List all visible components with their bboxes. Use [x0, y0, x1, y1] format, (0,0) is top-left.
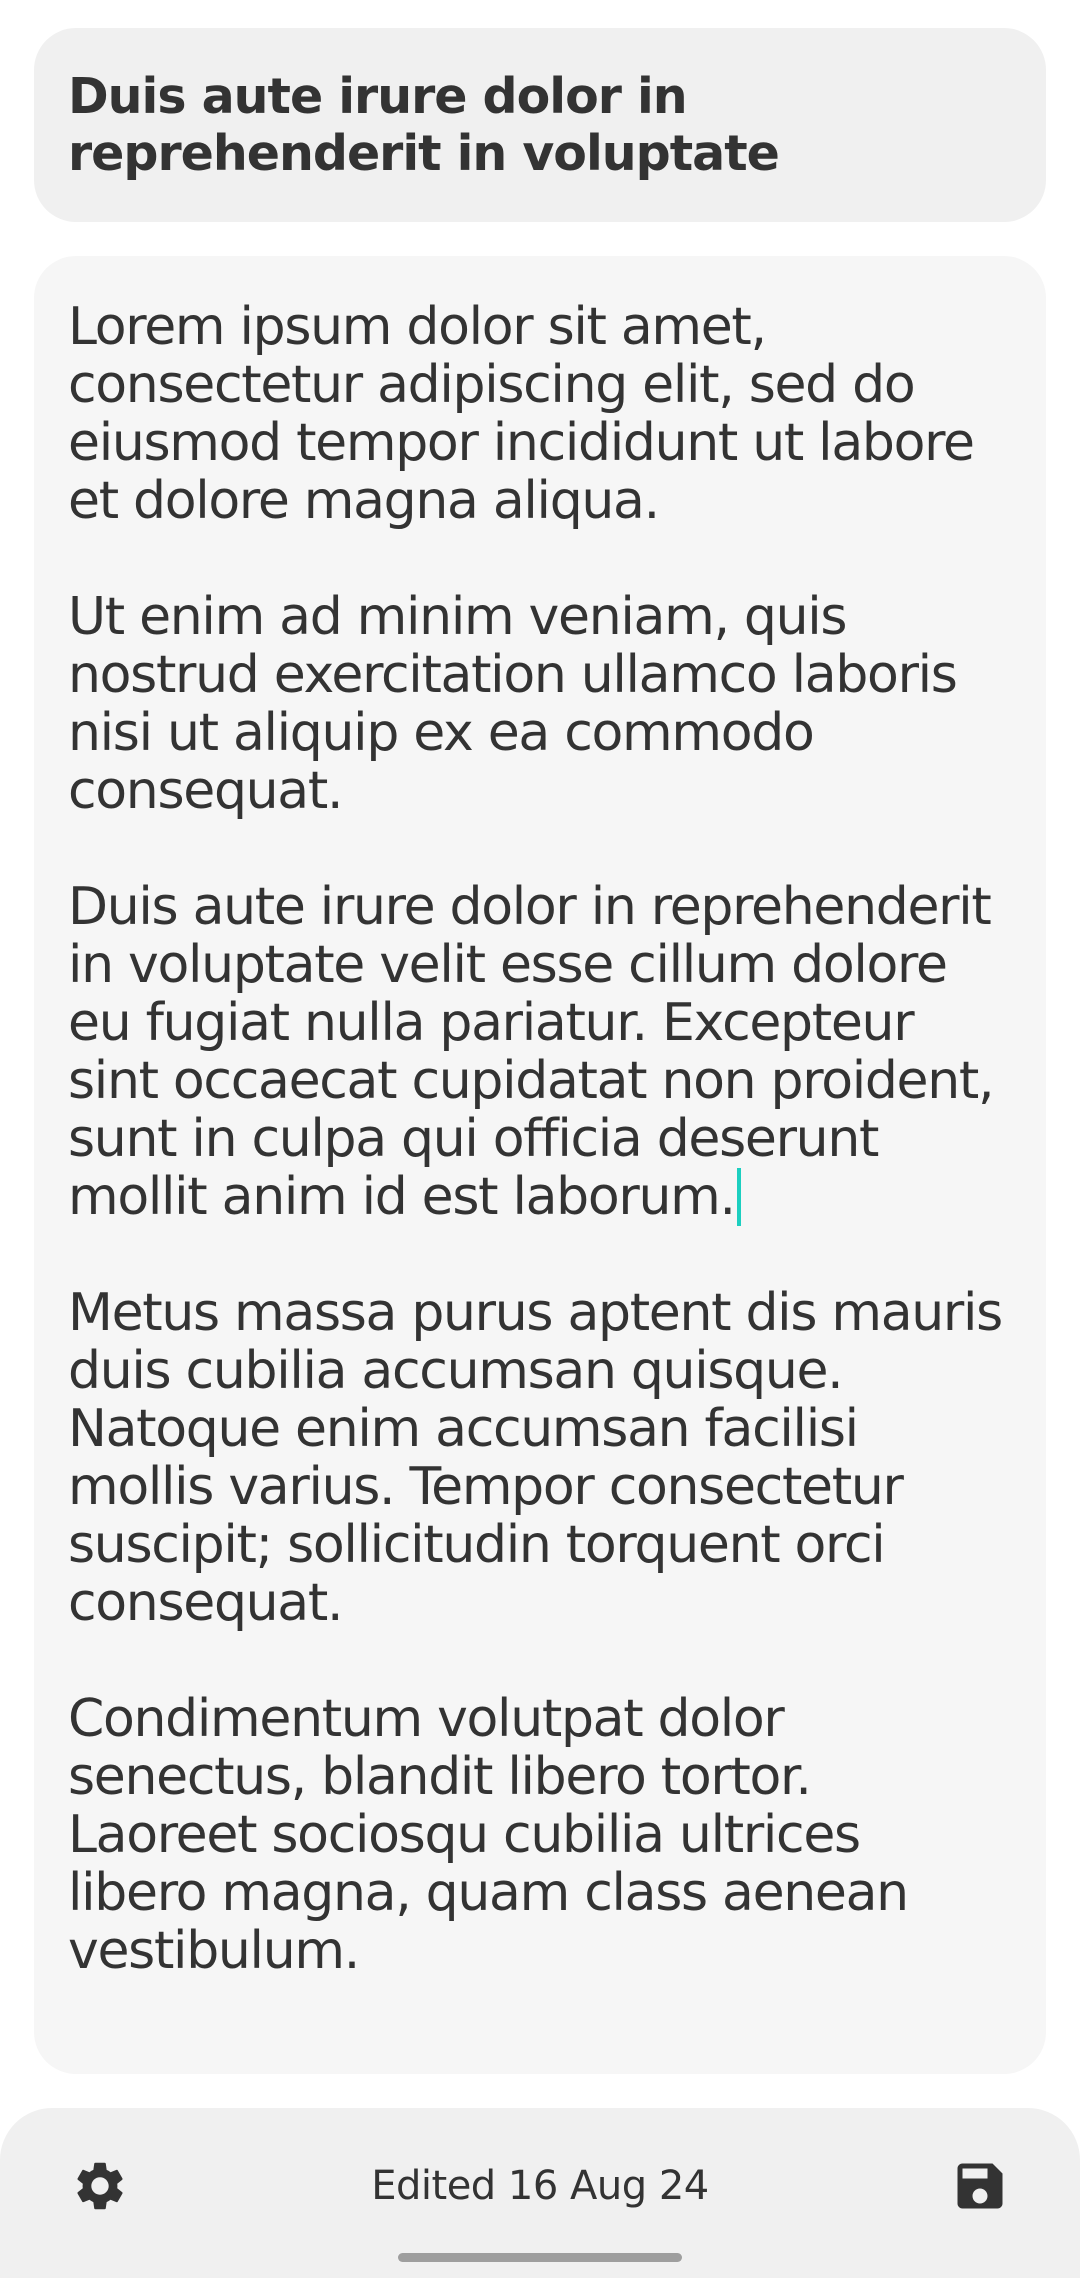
text-cursor	[736, 1168, 741, 1226]
home-indicator[interactable]	[398, 2253, 682, 2262]
save-button[interactable]	[944, 2150, 1016, 2222]
note-title-card[interactable]: Duis aute irure dolor in reprehenderit i…	[34, 28, 1046, 222]
note-editor-screen: Duis aute irure dolor in reprehenderit i…	[0, 0, 1080, 2278]
gear-icon	[77, 2162, 123, 2210]
save-icon	[957, 2163, 1003, 2209]
note-body-editor[interactable]: Lorem ipsum dolor sit amet, consectetur …	[34, 256, 1046, 2074]
note-paragraph[interactable]: Lorem ipsum dolor sit amet, consectetur …	[68, 298, 1012, 530]
bottom-bar: Edited 16 Aug 24	[0, 2108, 1080, 2278]
note-paragraph-text[interactable]: Duis aute irure dolor in reprehenderit i…	[68, 877, 995, 1227]
edited-timestamp: Edited 16 Aug 24	[371, 2163, 709, 2209]
note-title[interactable]: Duis aute irure dolor in reprehenderit i…	[68, 68, 1012, 182]
note-paragraph[interactable]: Condimentum volutpat dolor senectus, bla…	[68, 1690, 1012, 1980]
settings-button[interactable]	[64, 2150, 136, 2222]
note-paragraph[interactable]: Metus massa purus aptent dis mauris duis…	[68, 1284, 1012, 1632]
note-paragraph-with-cursor[interactable]: Duis aute irure dolor in reprehenderit i…	[68, 878, 1012, 1226]
note-paragraph[interactable]: Ut enim ad minim veniam, quis nostrud ex…	[68, 588, 1012, 820]
